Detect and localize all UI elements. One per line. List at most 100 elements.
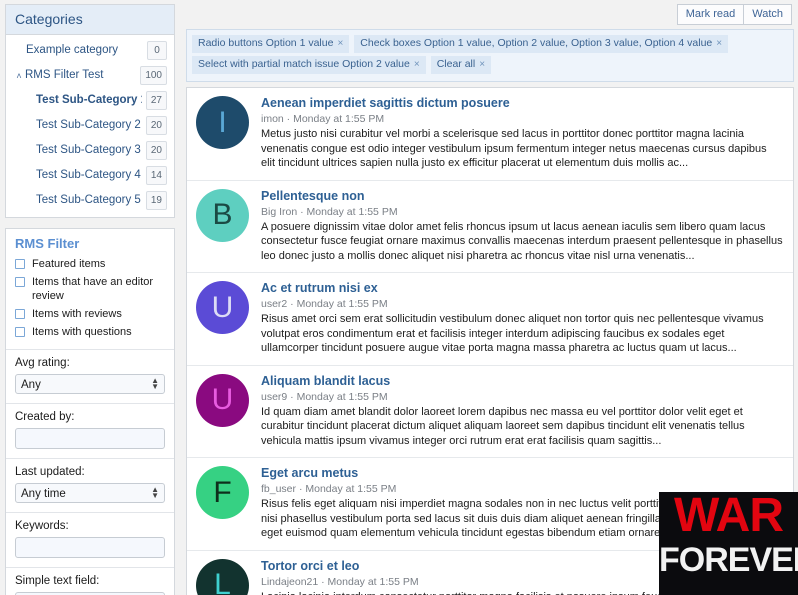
filter-field: Last updated: Any time ▲ ▼ (6, 458, 174, 512)
close-icon[interactable]: × (414, 59, 420, 70)
post-body: Aenean imperdiet sagittis dictum posuere… (261, 96, 783, 171)
category-item-count: 20 (145, 141, 167, 160)
category-item-count: 14 (145, 166, 167, 185)
post-meta: imon · Monday at 1:55 PM (261, 113, 385, 125)
avatar[interactable]: U (196, 373, 249, 427)
filter-select-value: Any (21, 379, 41, 391)
filter-field: Simple text field: (6, 567, 174, 595)
filter-checkbox-row[interactable]: Items with questions (15, 323, 165, 341)
post-row[interactable]: U Ac et rutrum nisi ex user2 · Monday at 1… (187, 273, 793, 366)
close-icon[interactable]: × (479, 59, 485, 70)
category-item-label: RMS Filter Test (25, 69, 104, 81)
checkbox-icon[interactable] (15, 327, 25, 337)
filter-tag-label: Check boxes Option 1 value, Option 2 val… (360, 37, 713, 49)
rms-filter-title: RMS Filter (15, 236, 80, 251)
close-icon[interactable]: × (337, 38, 343, 49)
post-snippet: Risus amet orci sem erat sollicitudin ve… (261, 313, 764, 354)
avatar[interactable]: U (196, 281, 249, 334)
filter-text-input[interactable] (15, 537, 165, 558)
category-item-count: 27 (145, 91, 167, 110)
checkbox-icon[interactable] (15, 309, 25, 319)
filter-checkbox-label: Items with reviews (32, 308, 122, 320)
post-meta: user9 · Monday at 1:55 PM (261, 390, 388, 403)
toolbar-button-group: Mark read Watch (676, 4, 792, 25)
checkbox-icon[interactable] (15, 277, 25, 287)
filter-tag[interactable]: Select with partial match issue Option 2… (192, 56, 426, 74)
select-arrows-icon: ▲ ▼ (151, 376, 159, 391)
filter-checkbox-label: Items with questions (32, 326, 132, 338)
category-item[interactable]: ˄ RMS Filter Test 100 (6, 63, 174, 88)
category-item-count: 100 (140, 66, 167, 85)
watch-button[interactable]: Watch (744, 4, 792, 25)
post-meta: Big Iron · Monday at 1:55 PM (261, 205, 398, 218)
filter-field: Keywords: (6, 512, 174, 567)
post-row[interactable]: I Aenean imperdiet sagittis dictum posuer… (187, 88, 793, 181)
post-title[interactable]: Ac et rutrum nisi ex (261, 281, 783, 296)
categories-panel: Categories Example category 0 ˄ RMS Filter … (5, 4, 175, 218)
post-snippet: Id quam diam amet blandit dolor laoreet … (261, 405, 745, 447)
category-item[interactable]: Test Sub-Category 1 27 (6, 88, 174, 113)
category-item-label: Test Sub-Category 4 (36, 169, 141, 181)
filter-text-input[interactable] (15, 428, 165, 449)
filter-tag[interactable]: Clear all × (430, 56, 492, 74)
select-arrows-icon: ▲ ▼ (151, 485, 159, 500)
category-item-label: Test Sub-Category 3 (36, 144, 141, 156)
category-item-label: Example category (26, 44, 119, 56)
close-icon[interactable]: × (716, 38, 722, 49)
sidebar: Categories Example category 0 ˄ RMS Filter … (0, 0, 180, 595)
category-item-count: 0 (147, 41, 167, 60)
post-row[interactable]: U Aliquam blandit lacus user9 · Monday at … (187, 366, 793, 458)
post-snippet: Metus justo nisi curabitur vel morbi a s… (261, 128, 767, 169)
category-item[interactable]: Test Sub-Category 5 19 (6, 188, 174, 213)
filter-field-label: Simple text field: (15, 575, 100, 587)
mark-read-button[interactable]: Mark read (676, 4, 745, 25)
category-item[interactable]: Test Sub-Category 4 14 (6, 163, 174, 188)
post-row[interactable]: B Pellentesque non Big Iron · Monday at 1:… (187, 181, 793, 273)
category-item-label: Test Sub-Category 5 (36, 194, 141, 206)
category-item[interactable]: Example category 0 (6, 38, 174, 63)
post-body: Pellentesque non Big Iron · Monday at 1:5… (261, 189, 783, 264)
post-title[interactable]: Aenean imperdiet sagittis dictum posuere (261, 96, 783, 111)
filter-tag[interactable]: Check boxes Option 1 value, Option 2 val… (354, 35, 729, 53)
filter-field-label: Keywords: (15, 520, 69, 532)
avatar[interactable]: I (196, 96, 249, 149)
filter-select[interactable]: Any time ▲ ▼ (15, 483, 165, 503)
filter-checkbox-row[interactable]: Items with reviews (15, 305, 165, 323)
advertisement-overlay[interactable]: WAR FOREVER (659, 492, 798, 595)
filter-tag-label: Select with partial match issue Option 2… (198, 58, 410, 70)
filter-checkbox-row[interactable]: Featured items (15, 255, 165, 273)
post-title[interactable]: Aliquam blandit lacus (261, 374, 783, 389)
post-body: Aliquam blandit lacus user9 · Monday at 1… (261, 374, 783, 449)
filter-field: Avg rating: Any ▲ ▼ (6, 349, 174, 403)
avatar[interactable]: F (196, 466, 249, 519)
filter-select[interactable]: Any ▲ ▼ (15, 374, 165, 394)
category-item-count: 20 (145, 116, 167, 135)
chevron-up-icon[interactable]: ˄ (14, 71, 24, 81)
post-title[interactable]: Eget arcu metus (261, 466, 783, 481)
avatar[interactable]: B (196, 188, 249, 242)
active-filter-bar: Radio buttons Option 1 value × Check boxes… (186, 29, 794, 82)
filter-select-value: Any time (21, 488, 66, 500)
filter-checkbox-list: Featured items Items that have an editor … (6, 255, 174, 349)
checkbox-icon[interactable] (15, 259, 25, 269)
avatar[interactable]: L (196, 558, 249, 595)
filter-checkbox-label: Items that have an editor review (32, 276, 154, 302)
filter-tag[interactable]: Radio buttons Option 1 value × (192, 35, 350, 53)
category-item[interactable]: Test Sub-Category 3 20 (6, 138, 174, 163)
category-item-label: Test Sub-Category 1 (36, 94, 142, 106)
post-body: Ac et rutrum nisi ex user2 · Monday at 1:… (261, 281, 783, 356)
filter-tag-label: Clear all (436, 58, 476, 70)
category-item-count: 19 (145, 191, 167, 210)
toolbar: Mark read Watch (186, 4, 794, 26)
category-item[interactable]: Test Sub-Category 2 20 (6, 113, 174, 138)
page-root: Categories Example category 0 ˄ RMS Filter … (0, 0, 798, 595)
post-title[interactable]: Pellentesque non (261, 189, 783, 204)
filter-tag-label: Radio buttons Option 1 value (198, 37, 334, 49)
filter-checkbox-row[interactable]: Items that have an editor review (15, 273, 165, 305)
category-item-label: Test Sub-Category 2 (36, 119, 141, 131)
post-snippet: A posuere dignissim vitae dolor amet fel… (261, 220, 783, 262)
ad-headline-war: WAR (674, 492, 784, 542)
category-list: Example category 0 ˄ RMS Filter Test 100 Test… (6, 35, 174, 217)
post-meta: user2 · Monday at 1:55 PM (261, 298, 388, 310)
filter-field-label: Last updated: (15, 466, 85, 478)
